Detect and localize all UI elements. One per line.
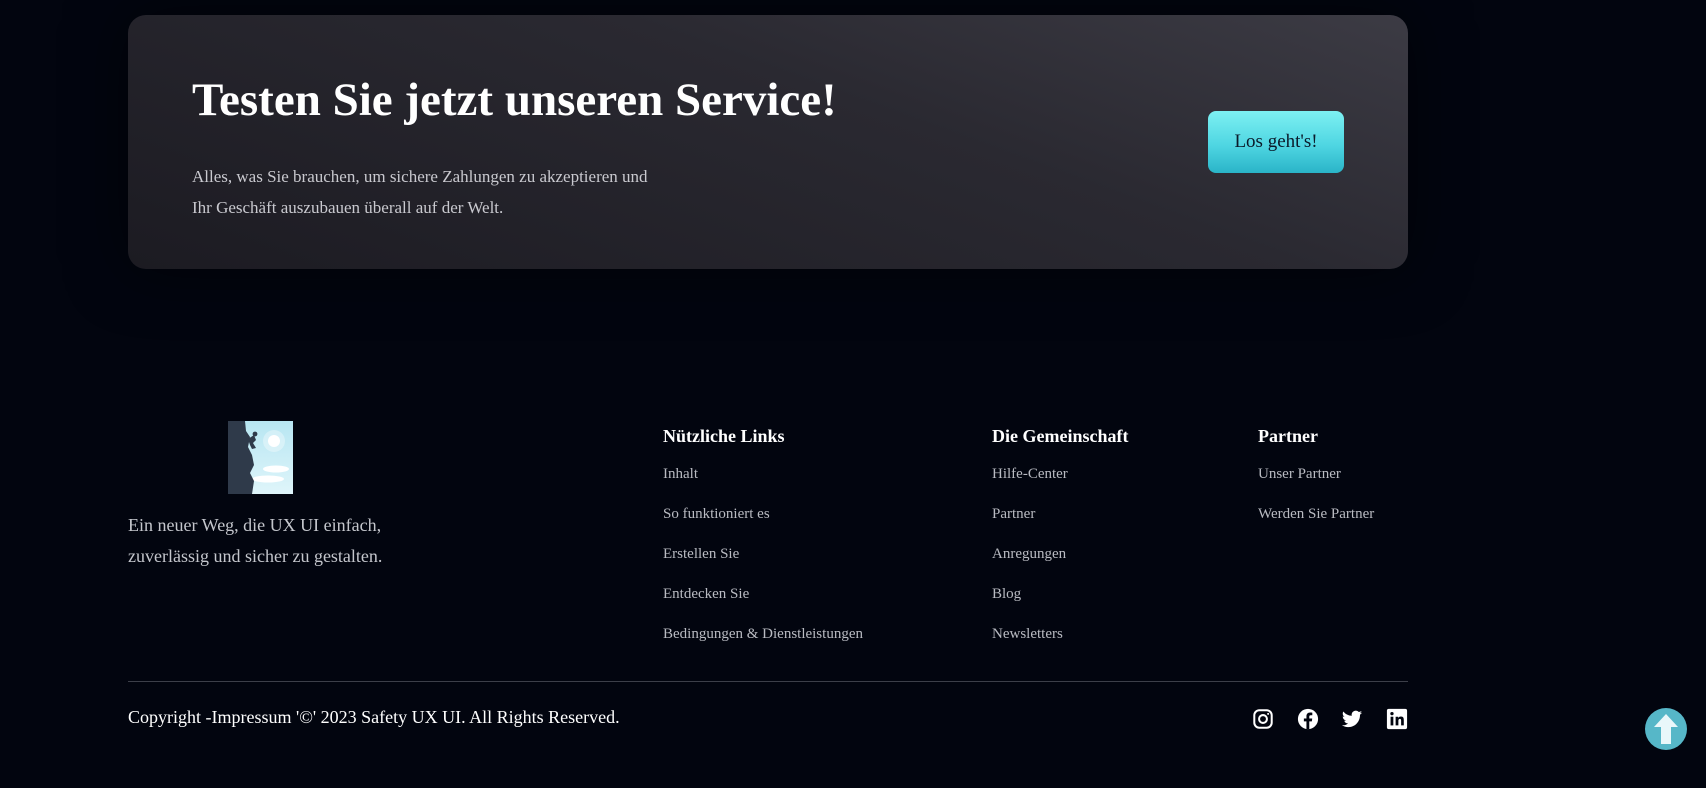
footer-column-partner: Partner Unser Partner Werden Sie Partner — [1258, 422, 1374, 540]
footer-link-so-funktioniert-es[interactable]: So funktioniert es — [663, 506, 770, 522]
instagram-icon[interactable] — [1252, 708, 1274, 730]
footer-link-anregungen[interactable]: Anregungen — [992, 546, 1066, 562]
column-heading: Nützliche Links — [663, 426, 785, 446]
los-gehts-button[interactable]: Los geht's! — [1208, 111, 1344, 173]
twitter-icon[interactable] — [1341, 708, 1363, 730]
footer-link-unser-partner[interactable]: Unser Partner — [1258, 466, 1341, 482]
arrow-up-icon — [1646, 709, 1686, 749]
linkedin-icon[interactable] — [1386, 708, 1408, 730]
footer-link-werden-sie-partner[interactable]: Werden Sie Partner — [1258, 506, 1374, 522]
footer-link-blog[interactable]: Blog — [992, 586, 1021, 602]
footer-link-partner[interactable]: Partner — [992, 506, 1035, 522]
page: Testen Sie jetzt unseren Service! Alles,… — [0, 0, 1706, 788]
column-heading: Partner — [1258, 426, 1318, 446]
footer-divider — [128, 681, 1408, 682]
cta-card: Testen Sie jetzt unseren Service! Alles,… — [128, 15, 1408, 269]
footer-tagline: Ein neuer Weg, die UX UI einfach, zuverl… — [128, 515, 383, 566]
footer-link-inhalt[interactable]: Inhalt — [663, 466, 698, 482]
footer-link-erstellen-sie[interactable]: Erstellen Sie — [663, 546, 739, 562]
scroll-to-top-button[interactable] — [1645, 708, 1687, 750]
footer-link-entdecken-sie[interactable]: Entdecken Sie — [663, 586, 749, 602]
copyright-text: Copyright -Impressum '©' 2023 Safety UX … — [128, 707, 620, 727]
climber-logo-icon — [228, 421, 293, 494]
footer-link-bedingungen[interactable]: Bedingungen & Dienstleistungen — [663, 626, 863, 642]
footer-link-hilfe-center[interactable]: Hilfe-Center — [992, 466, 1068, 482]
footer-link-newsletters[interactable]: Newsletters — [992, 626, 1063, 642]
footer-column-community: Die Gemeinschaft Hilfe-Center Partner An… — [992, 422, 1128, 660]
cta-title: Testen Sie jetzt unseren Service! — [192, 74, 837, 126]
column-heading: Die Gemeinschaft — [992, 426, 1129, 446]
brand-logo[interactable] — [228, 421, 293, 494]
footer-column-useful-links: Nützliche Links Inhalt So funktioniert e… — [663, 422, 863, 660]
facebook-icon[interactable] — [1297, 708, 1319, 730]
cta-description: Alles, was Sie brauchen, um sichere Zahl… — [192, 167, 648, 217]
